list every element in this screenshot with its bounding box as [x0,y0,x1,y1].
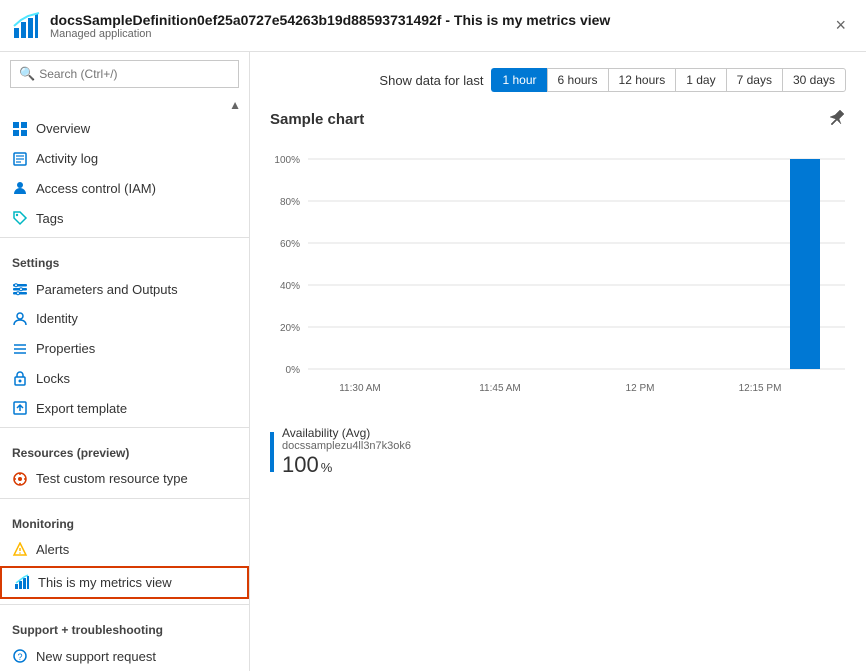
svg-text:100%: 100% [274,155,300,166]
close-button[interactable]: × [827,11,854,40]
page-subtitle: Managed application [50,28,610,40]
svg-text:11:30 AM: 11:30 AM [339,383,381,394]
sidebar-item-params[interactable]: Parameters and Outputs [0,274,249,304]
chart-title: Sample chart [270,111,364,128]
chart-svg: 100% 80% 60% 40% 20% 0% 11:30 AM 11:45 A… [270,143,850,413]
main-content: Show data for last 1 hour 6 hours 12 hou… [250,52,866,671]
svg-text:60%: 60% [280,239,300,250]
sidebar-item-identity[interactable]: Identity [0,304,249,334]
svg-text:?: ? [18,652,23,662]
section-label-monitoring: Monitoring [0,507,249,535]
export-icon [12,400,28,416]
chart-area: 100% 80% 60% 40% 20% 0% 11:30 AM 11:45 A… [270,143,846,416]
time-btn-1day[interactable]: 1 day [675,68,725,92]
time-btn-30days[interactable]: 30 days [782,68,846,92]
page-title: docsSampleDefinition0ef25a0727e54263b19d… [50,12,610,28]
time-btn-6hours[interactable]: 6 hours [547,68,608,92]
alerts-icon [12,542,28,558]
legend-title: Availability (Avg) [282,426,411,440]
svg-text:0%: 0% [286,365,301,376]
params-icon [12,281,28,297]
sidebar-item-export[interactable]: Export template [0,393,249,423]
sidebar-item-iam[interactable]: Access control (IAM) [0,174,249,204]
svg-text:40%: 40% [280,281,300,292]
time-btn-7days[interactable]: 7 days [726,68,782,92]
time-btn-1hour[interactable]: 1 hour [491,68,546,92]
app-icon [12,12,40,40]
search-icon: 🔍 [19,66,35,82]
sidebar-item-properties[interactable]: Properties [0,334,249,364]
sidebar-item-tags[interactable]: Tags [0,203,249,233]
time-filter-bar: Show data for last 1 hour 6 hours 12 hou… [270,68,846,92]
pin-button[interactable] [828,108,846,131]
svg-text:80%: 80% [280,197,300,208]
svg-text:11:45 AM: 11:45 AM [479,383,521,394]
support-icon: ? [12,648,28,664]
section-label-resources: Resources (preview) [0,436,249,464]
sidebar-collapse-button[interactable]: ▲ [229,98,241,112]
sidebar-item-test-custom[interactable]: Test custom resource type [0,464,249,494]
person-icon [12,180,28,196]
sidebar-item-locks[interactable]: Locks [0,363,249,393]
sidebar: 🔍 ▲ Overview Activity log Access control… [0,52,250,671]
legend-color-bar [270,432,274,472]
sidebar-item-alerts[interactable]: Alerts [0,535,249,565]
custom-resource-icon [12,471,28,487]
legend-value: 100 [282,452,319,478]
time-btn-12hours[interactable]: 12 hours [608,68,676,92]
title-bar: docsSampleDefinition0ef25a0727e54263b19d… [0,0,866,52]
chart-legend: Availability (Avg) docssamplezu4ll3n7k3o… [270,426,846,478]
sidebar-item-support[interactable]: ? New support request [0,641,249,671]
svg-text:20%: 20% [280,323,300,334]
time-filter-label: Show data for last [379,73,483,88]
properties-icon [12,341,28,357]
metrics-icon [14,574,30,590]
lock-icon [12,370,28,386]
legend-subtitle: docssamplezu4ll3n7k3ok6 [282,440,411,452]
search-input[interactable] [39,67,230,81]
sidebar-item-activity-log[interactable]: Activity log [0,144,249,174]
svg-text:12 PM: 12 PM [626,383,655,394]
sidebar-item-overview[interactable]: Overview [0,114,249,144]
section-label-support: Support + troubleshooting [0,613,249,641]
log-icon [12,151,28,167]
tag-icon [12,210,28,226]
grid-icon [12,121,28,137]
svg-text:12:15 PM: 12:15 PM [739,383,782,394]
legend-unit: % [321,460,333,475]
identity-icon [12,311,28,327]
chart-title-row: Sample chart [270,108,846,131]
section-label-settings: Settings [0,246,249,274]
sidebar-item-metrics[interactable]: This is my metrics view [0,566,249,600]
